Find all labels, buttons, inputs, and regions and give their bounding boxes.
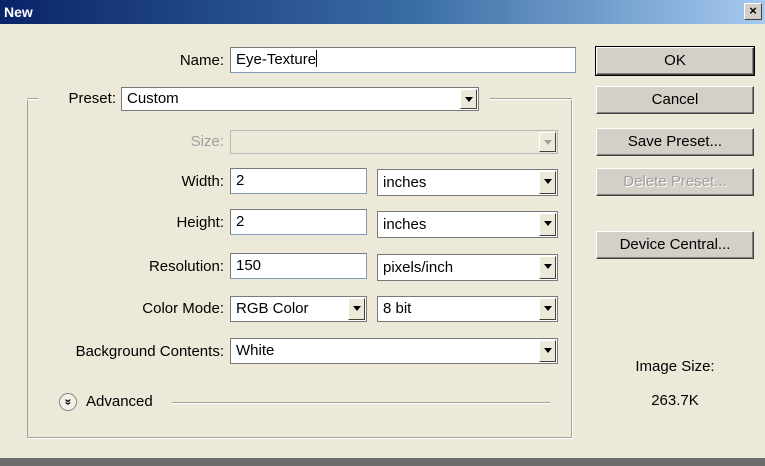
advanced-label[interactable]: Advanced xyxy=(86,391,153,413)
title-bar: New × xyxy=(0,0,765,24)
preset-label: Preset: xyxy=(68,90,116,107)
preset-select[interactable]: Custom xyxy=(121,87,479,111)
chevron-down-icon xyxy=(539,132,556,152)
chevron-down-icon[interactable] xyxy=(539,340,556,362)
size-select xyxy=(230,130,558,154)
ok-button[interactable]: OK xyxy=(595,46,755,76)
image-size-value: 263.7K xyxy=(651,392,699,409)
color-mode-select[interactable]: RGB Color xyxy=(230,296,367,322)
width-input[interactable]: 2 xyxy=(230,168,367,194)
width-unit-select[interactable]: inches xyxy=(377,169,558,196)
advanced-toggle-icon[interactable]: » xyxy=(59,393,77,411)
name-input[interactable]: Eye-Texture xyxy=(230,47,576,73)
close-icon: × xyxy=(749,3,757,18)
resolution-label: Resolution: xyxy=(148,258,224,275)
width-label: Width: xyxy=(181,173,224,190)
preset-value: Custom xyxy=(127,90,179,107)
cancel-button[interactable]: Cancel xyxy=(596,86,754,114)
chevron-down-icon[interactable] xyxy=(539,298,556,320)
window-bottom-edge xyxy=(0,458,765,466)
window-title: New xyxy=(4,4,33,20)
device-central-button[interactable]: Device Central... xyxy=(596,231,754,259)
height-input[interactable]: 2 xyxy=(230,209,367,235)
delete-preset-button: Delete Preset... xyxy=(596,168,754,196)
group-top-left-line xyxy=(27,98,39,100)
resolution-unit-value: pixels/inch xyxy=(383,259,454,276)
chevron-down-icon[interactable] xyxy=(539,256,556,279)
size-label: Size: xyxy=(190,133,224,150)
color-mode-label: Color Mode: xyxy=(142,300,224,317)
chevron-down-icon[interactable] xyxy=(460,89,477,109)
advanced-chevron: » xyxy=(61,398,75,406)
resolution-unit-select[interactable]: pixels/inch xyxy=(377,254,558,281)
close-button[interactable]: × xyxy=(744,3,762,20)
background-contents-label: Background Contents: xyxy=(75,343,224,360)
height-label: Height: xyxy=(176,214,224,231)
image-size-label: Image Size: xyxy=(635,358,715,375)
bit-depth-value: 8 bit xyxy=(383,300,412,317)
color-mode-value: RGB Color xyxy=(236,300,309,317)
height-unit-select[interactable]: inches xyxy=(377,211,558,238)
resolution-input[interactable]: 150 xyxy=(230,253,367,279)
advanced-divider xyxy=(172,402,550,404)
chevron-down-icon[interactable] xyxy=(348,298,365,320)
width-unit-value: inches xyxy=(383,174,427,191)
save-preset-button[interactable]: Save Preset... xyxy=(596,128,754,156)
bit-depth-select[interactable]: 8 bit xyxy=(377,296,558,322)
background-contents-value: White xyxy=(236,342,275,359)
text-caret xyxy=(316,50,318,67)
height-unit-value: inches xyxy=(383,216,427,233)
name-label: Name: xyxy=(179,52,224,69)
chevron-down-icon[interactable] xyxy=(539,171,556,194)
chevron-down-icon[interactable] xyxy=(539,213,556,236)
name-value: Eye-Texture xyxy=(236,51,317,68)
group-top-right-line xyxy=(490,98,572,100)
background-contents-select[interactable]: White xyxy=(230,338,558,364)
